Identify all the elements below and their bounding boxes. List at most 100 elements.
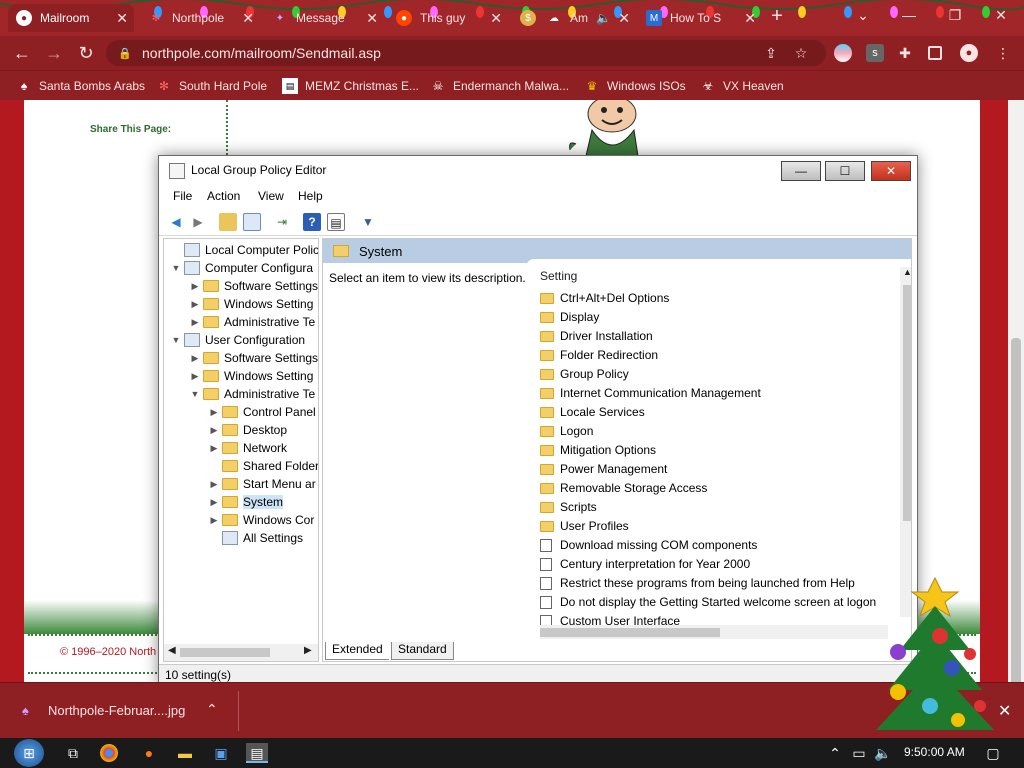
chevron-right-icon[interactable]: ▶ bbox=[206, 479, 222, 490]
menu-view[interactable]: View bbox=[258, 189, 284, 203]
menu-help[interactable]: Help bbox=[298, 189, 323, 203]
setting-row[interactable]: Download missing COM components bbox=[540, 536, 757, 554]
bookmark-memz[interactable]: ▤ MEMZ Christmas E... bbox=[282, 77, 419, 95]
chevron-right-icon[interactable]: ▶ bbox=[187, 281, 203, 292]
forward-arrow-icon[interactable]: ▶ bbox=[189, 213, 207, 231]
column-header-setting[interactable]: Setting bbox=[540, 269, 577, 283]
show-hide-tree-icon[interactable] bbox=[243, 213, 261, 231]
start-button[interactable]: ⊞ bbox=[14, 739, 44, 767]
setting-row[interactable]: Locale Services bbox=[540, 403, 645, 421]
tree-item[interactable]: ▶ Start Menu ar bbox=[206, 475, 316, 493]
chevron-up-icon[interactable]: ⌃ bbox=[206, 701, 218, 718]
back-arrow-icon[interactable]: ◀ bbox=[167, 213, 185, 231]
help-icon[interactable]: ? bbox=[303, 213, 321, 231]
extensions-puzzle-icon[interactable]: ✚ bbox=[896, 44, 914, 62]
chevron-right-icon[interactable]: ▶ bbox=[206, 515, 222, 526]
setting-row[interactable]: Power Management bbox=[540, 460, 667, 478]
export-list-icon[interactable]: ⇥ bbox=[273, 213, 291, 231]
tree-item[interactable]: ▼ Administrative Te bbox=[187, 385, 316, 403]
show-hidden-icons-chevron-icon[interactable]: ⌃ bbox=[824, 743, 846, 763]
back-button[interactable]: ← bbox=[10, 42, 34, 64]
task-view-icon[interactable]: ⧉ bbox=[62, 743, 84, 763]
tab-reddit[interactable]: ● This guy ✕ bbox=[388, 4, 508, 32]
chevron-right-icon[interactable]: ▶ bbox=[206, 425, 222, 436]
profile-avatar-icon[interactable]: ● bbox=[960, 44, 978, 62]
tree-item[interactable]: ▶ Windows Setting bbox=[187, 295, 314, 313]
chevron-right-icon[interactable]: ▶ bbox=[206, 497, 222, 508]
close-download-bar-icon[interactable]: ✕ bbox=[998, 701, 1011, 721]
scroll-up-icon[interactable]: ▲ bbox=[903, 267, 911, 277]
filter-icon[interactable]: ▼ bbox=[359, 213, 377, 231]
bookmark-santa-bombs[interactable]: ♠ Santa Bombs Arabs bbox=[16, 77, 145, 95]
tab-howto[interactable]: M How To S ✕ bbox=[638, 4, 762, 32]
tree-item[interactable]: ▶ Desktop bbox=[206, 421, 288, 439]
tree-item[interactable]: ▶ Control Panel bbox=[206, 403, 316, 421]
setting-row[interactable]: Logon bbox=[540, 422, 593, 440]
scroll-right-icon[interactable]: ▶ bbox=[304, 645, 312, 656]
tab-s[interactable]: $ bbox=[512, 4, 540, 32]
close-tab-icon[interactable]: ✕ bbox=[242, 10, 254, 27]
setting-row[interactable]: Group Policy bbox=[540, 365, 629, 383]
up-folder-icon[interactable] bbox=[219, 213, 237, 231]
tree-item[interactable]: ▶ Software Settings bbox=[187, 277, 318, 295]
share-icon[interactable]: ⇪ bbox=[762, 44, 780, 62]
firefox-icon[interactable]: ● bbox=[138, 743, 160, 763]
tree-item[interactable]: ▶ Software Settings bbox=[187, 349, 318, 367]
chevron-right-icon[interactable]: ▶ bbox=[206, 443, 222, 454]
clock[interactable]: 9:50:00 AM bbox=[904, 745, 965, 759]
chevron-right-icon[interactable]: ▶ bbox=[187, 371, 203, 382]
chevron-right-icon[interactable]: ▶ bbox=[206, 407, 222, 418]
scroll-left-icon[interactable]: ◀ bbox=[168, 645, 176, 656]
chevron-right-icon[interactable]: ▶ bbox=[187, 299, 203, 310]
close-tab-icon[interactable]: ✕ bbox=[490, 10, 502, 27]
setting-row[interactable]: Ctrl+Alt+Del Options bbox=[540, 289, 669, 307]
setting-row[interactable]: Mitigation Options bbox=[540, 441, 656, 459]
minimize-button[interactable]: — bbox=[886, 0, 932, 30]
setting-row[interactable]: Restrict these programs from being launc… bbox=[540, 574, 855, 592]
close-tab-icon[interactable]: ✕ bbox=[366, 10, 378, 27]
tree-item[interactable]: Shared Folder bbox=[206, 457, 318, 475]
s-extension-icon[interactable]: s bbox=[866, 44, 884, 62]
side-panel-icon[interactable] bbox=[928, 46, 942, 60]
setting-row[interactable]: Display bbox=[540, 308, 599, 326]
tree-item[interactable]: All Settings bbox=[206, 529, 303, 547]
scrollbar-thumb[interactable] bbox=[180, 648, 270, 657]
close-tab-icon[interactable]: ✕ bbox=[618, 10, 630, 27]
forward-button[interactable]: → bbox=[42, 42, 66, 64]
setting-row[interactable]: Driver Installation bbox=[540, 327, 653, 345]
tree-item[interactable]: Local Computer Policy bbox=[168, 241, 318, 259]
tree-item[interactable]: ▼ User Configuration bbox=[168, 331, 305, 349]
tree-item[interactable]: ▶ Windows Cor bbox=[206, 511, 315, 529]
bookmark-vx-heaven[interactable]: ☣ VX Heaven bbox=[700, 77, 784, 95]
close-window-button[interactable]: ✕ bbox=[978, 0, 1024, 30]
setting-row[interactable]: Internet Communication Management bbox=[540, 384, 761, 402]
menu-action[interactable]: Action bbox=[207, 189, 240, 203]
tree-item[interactable]: ▶ Network bbox=[206, 439, 287, 457]
tree-item[interactable]: ▶ System bbox=[206, 493, 284, 511]
volume-icon[interactable]: 🔈 bbox=[872, 743, 894, 763]
properties-icon[interactable]: ▤ bbox=[327, 213, 345, 231]
bookmark-star-icon[interactable]: ☆ bbox=[792, 44, 810, 62]
tab-standard[interactable]: Standard bbox=[391, 642, 454, 660]
list-vertical-scrollbar[interactable]: ▲ bbox=[900, 267, 911, 617]
setting-row[interactable]: Scripts bbox=[540, 498, 597, 516]
bookmark-endermanch[interactable]: ☠ Endermanch Malwa... bbox=[430, 77, 569, 95]
chevron-right-icon[interactable]: ▶ bbox=[187, 317, 203, 328]
reload-button[interactable]: ↻ bbox=[74, 42, 98, 64]
tree-item[interactable]: ▶ Administrative Te bbox=[187, 313, 316, 331]
chevron-down-icon[interactable]: ▼ bbox=[187, 389, 203, 399]
setting-row[interactable]: Do not display the Getting Started welco… bbox=[540, 593, 876, 611]
setting-row[interactable]: Century interpretation for Year 2000 bbox=[540, 555, 750, 573]
speaker-icon[interactable]: 🔈 bbox=[596, 11, 611, 25]
chrome-icon[interactable] bbox=[100, 744, 118, 762]
setting-row[interactable]: Folder Redirection bbox=[540, 346, 658, 364]
page-scrollbar[interactable] bbox=[1008, 100, 1024, 748]
scrollbar-thumb[interactable] bbox=[903, 285, 911, 521]
kebab-menu-icon[interactable]: ⋮ bbox=[994, 44, 1012, 62]
maximize-button[interactable]: ☐ bbox=[825, 161, 865, 181]
flag-extension-icon[interactable] bbox=[834, 44, 852, 62]
file-explorer-icon[interactable]: ▬ bbox=[174, 743, 196, 763]
address-bar[interactable]: 🔒 northpole.com/mailroom/Sendmail.asp bbox=[106, 40, 826, 66]
network-icon[interactable]: ▭ bbox=[848, 743, 870, 763]
tab-mailroom[interactable]: ● Mailroom ✕ bbox=[8, 4, 134, 32]
